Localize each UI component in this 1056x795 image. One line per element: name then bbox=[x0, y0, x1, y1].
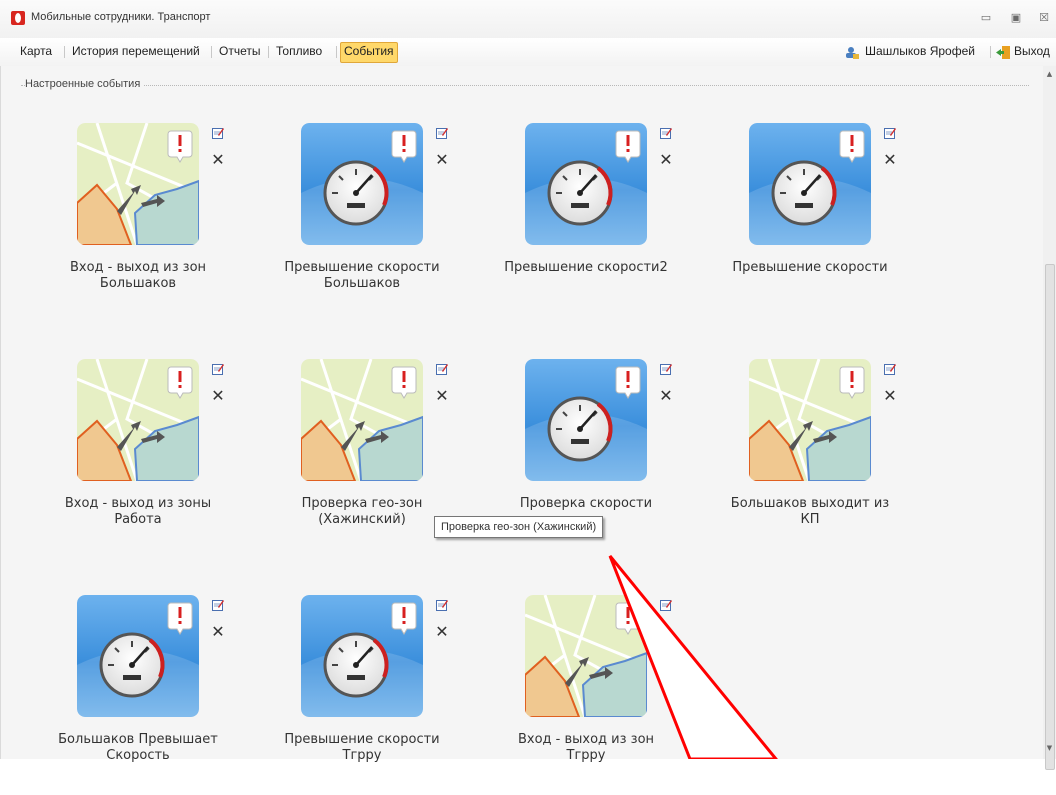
event-label-line1: Превышение скорости2 bbox=[504, 260, 668, 275]
event-tile[interactable]: ✕ Превышение скорости bbox=[732, 123, 969, 323]
event-label-line1: Превышение скорости bbox=[284, 732, 440, 747]
scroll-up-icon[interactable]: ▲ bbox=[1043, 68, 1056, 80]
exit-button[interactable]: Выход bbox=[1011, 42, 1053, 61]
event-label: Превышение скорости2 bbox=[475, 260, 697, 276]
event-label: Большаков выходит из КП bbox=[699, 496, 921, 528]
event-label-line2: КП bbox=[800, 512, 820, 527]
edit-icon[interactable] bbox=[660, 363, 672, 375]
event-label-line2: Работа bbox=[114, 512, 162, 527]
delete-icon[interactable]: ✕ bbox=[435, 388, 449, 404]
edit-icon[interactable] bbox=[212, 127, 224, 139]
edit-icon[interactable] bbox=[884, 127, 896, 139]
edit-icon[interactable] bbox=[212, 363, 224, 375]
speedometer-icon[interactable] bbox=[525, 123, 647, 245]
edit-icon[interactable] bbox=[436, 127, 448, 139]
event-label: Вход - выход из зон Большаков bbox=[27, 260, 249, 292]
tooltip: Проверка гео-зон (Хажинский) bbox=[434, 516, 604, 538]
event-tile[interactable]: ✕ Большаков Превышает Скорость bbox=[58, 595, 297, 795]
vertical-scrollbar[interactable]: ▲ ▼ bbox=[1043, 66, 1056, 770]
event-label-line1: Большаков выходит из bbox=[730, 496, 890, 511]
event-label: Вход - выход из зоны Работа bbox=[27, 496, 249, 528]
edit-icon[interactable] bbox=[660, 127, 672, 139]
menu-item-map[interactable]: Карта bbox=[17, 42, 55, 61]
event-label-line2: Тгрру bbox=[566, 748, 606, 763]
app-logo-icon bbox=[11, 11, 25, 25]
event-label: Большаков Превышает Скорость bbox=[27, 732, 249, 764]
minimize-icon[interactable]: ▭ bbox=[978, 11, 994, 25]
menu-item-events[interactable]: События bbox=[340, 42, 398, 63]
speedometer-icon[interactable] bbox=[77, 595, 199, 717]
delete-icon[interactable]: ✕ bbox=[211, 388, 225, 404]
event-tile[interactable]: ✕ Вход - выход из зон Большаков bbox=[70, 123, 297, 323]
event-tile[interactable]: ✕ Вход - выход из зоны Работа bbox=[65, 359, 297, 559]
event-label-line1: Вход - выход из зон bbox=[69, 260, 207, 275]
speedometer-icon[interactable] bbox=[749, 123, 871, 245]
window-title-bar: Мобильные сотрудники. Транспорт ▭ ▣ ☒ bbox=[0, 0, 1056, 38]
speedometer-icon[interactable] bbox=[301, 595, 423, 717]
menu-item-history[interactable]: История перемещений bbox=[69, 42, 203, 61]
geozone-map-icon[interactable] bbox=[525, 595, 647, 717]
window-title: Мобильные сотрудники. Транспорт bbox=[31, 11, 211, 23]
geozone-map-icon[interactable] bbox=[749, 359, 871, 481]
event-label-line1: Превышение скорости bbox=[284, 260, 440, 275]
speedometer-icon[interactable] bbox=[301, 123, 423, 245]
restore-icon[interactable]: ▣ bbox=[1008, 11, 1024, 25]
main-menu: Карта История перемещений Отчеты Топливо… bbox=[0, 38, 1056, 67]
event-tile[interactable]: ✕ Большаков выходит из КП bbox=[731, 359, 969, 559]
event-label-line1: Проверка скорости bbox=[519, 496, 653, 511]
event-tile[interactable]: ✕ Превышение скорости Большаков bbox=[284, 123, 521, 323]
menu-separator bbox=[211, 46, 212, 58]
delete-icon[interactable]: ✕ bbox=[211, 152, 225, 168]
menu-item-reports[interactable]: Отчеты bbox=[216, 42, 263, 61]
event-label-line2: Большаков bbox=[99, 276, 177, 291]
event-label-line2: Тгрру bbox=[342, 748, 382, 763]
event-label-line1: Проверка гео-зон bbox=[301, 496, 423, 511]
geozone-map-icon[interactable] bbox=[77, 359, 199, 481]
edit-icon[interactable] bbox=[660, 599, 672, 611]
event-label: Превышение скорости bbox=[699, 260, 921, 276]
delete-icon[interactable]: ✕ bbox=[211, 624, 225, 640]
delete-icon[interactable]: ✕ bbox=[883, 152, 897, 168]
delete-icon[interactable]: ✕ bbox=[659, 388, 673, 404]
menu-separator bbox=[268, 46, 269, 58]
edit-icon[interactable] bbox=[884, 363, 896, 375]
event-label: Проверка скорости bbox=[475, 496, 697, 512]
event-tile[interactable]: ✕ Превышение скорости2 bbox=[504, 123, 745, 323]
delete-icon[interactable]: ✕ bbox=[883, 388, 897, 404]
delete-icon[interactable]: ✕ bbox=[435, 624, 449, 640]
event-label-line1: Большаков Превышает bbox=[58, 732, 218, 747]
speedometer-icon[interactable] bbox=[525, 359, 647, 481]
edit-icon[interactable] bbox=[436, 363, 448, 375]
event-label-line2: Скорость bbox=[106, 748, 170, 763]
user-name[interactable]: Шашлыков Ярофей bbox=[862, 42, 978, 61]
delete-icon[interactable]: ✕ bbox=[435, 152, 449, 168]
event-label-line1: Вход - выход из зон bbox=[517, 732, 655, 747]
event-tile[interactable]: Вход - выход из зон Тгрру bbox=[518, 595, 745, 795]
event-label-line2: Большаков bbox=[323, 276, 401, 291]
event-label: Превышение скорости Тгрру bbox=[251, 732, 473, 764]
menu-separator bbox=[990, 46, 991, 58]
geozone-map-icon[interactable] bbox=[301, 359, 423, 481]
event-label: Превышение скорости Большаков bbox=[251, 260, 473, 292]
delete-icon[interactable]: ✕ bbox=[659, 152, 673, 168]
event-label: Вход - выход из зон Тгрру bbox=[475, 732, 697, 764]
group-divider bbox=[21, 85, 1029, 86]
menu-separator bbox=[336, 46, 337, 58]
scroll-thumb[interactable] bbox=[1045, 264, 1055, 770]
group-title: Настроенные события bbox=[25, 78, 145, 90]
exit-icon bbox=[996, 46, 1010, 59]
menu-item-fuel[interactable]: Топливо bbox=[273, 42, 325, 61]
scroll-down-icon[interactable]: ▼ bbox=[1043, 742, 1056, 754]
event-label-line1: Вход - выход из зоны bbox=[64, 496, 212, 511]
edit-icon[interactable] bbox=[212, 599, 224, 611]
event-label-line1: Превышение скорости bbox=[732, 260, 888, 275]
geozone-map-icon[interactable] bbox=[77, 123, 199, 245]
menu-separator bbox=[64, 46, 65, 58]
user-icon bbox=[846, 47, 859, 59]
edit-icon[interactable] bbox=[436, 599, 448, 611]
close-icon[interactable]: ☒ bbox=[1036, 11, 1052, 25]
event-tile[interactable]: ✕ Превышение скорости Тгрру bbox=[284, 595, 521, 795]
